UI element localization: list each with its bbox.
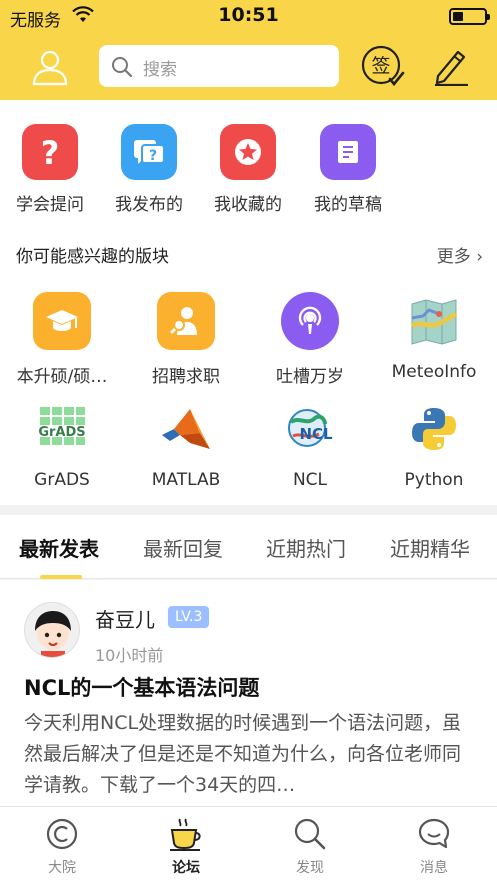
star-icon [220, 124, 276, 180]
tab-recent-featured[interactable]: 近期精华 [390, 533, 470, 562]
post-excerpt: 今天利用NCL处理数据的时候遇到一个语法问题，虽然最后解决了但是还是不知道为什么… [24, 712, 462, 796]
quick-action-ask[interactable]: ? 学会提问 [0, 124, 100, 215]
more-link[interactable]: 更多 › [437, 242, 483, 267]
nav-item-discover[interactable]: 发现 [248, 817, 372, 877]
tab-latest-posts[interactable]: 最新发表 [19, 533, 99, 562]
forum-label: MeteoInfo [391, 362, 477, 382]
quick-action-drafts[interactable]: 我的草稿 [298, 124, 398, 215]
avatar[interactable] [24, 602, 80, 658]
forum-item[interactable]: MeteoInfo [372, 292, 496, 382]
sign-in-button[interactable]: 签 [360, 44, 406, 90]
nav-label: 论坛 [172, 860, 200, 876]
forum-label: NCL [292, 470, 328, 490]
podcast-icon [281, 292, 339, 350]
map-icon [405, 292, 463, 350]
post-card[interactable]: 奋豆儿 LV.3 10小时前 NCL的一个基本语法问题 今天利用NCL处理数据的… [0, 580, 497, 806]
tab-recent-hot[interactable]: 近期热门 [266, 533, 346, 562]
level-badge: LV.3 [168, 606, 210, 628]
active-tab-indicator [40, 575, 82, 579]
bottom-nav: 大院 论坛 发现 消息 [0, 806, 497, 883]
sign-glyph: 签 [371, 55, 390, 77]
forum-item[interactable]: MATLAB [124, 400, 248, 490]
status-bar: 无服务 10:51 [0, 0, 497, 34]
draft-icon [320, 124, 376, 180]
quick-action-favorites[interactable]: 我收藏的 [198, 124, 298, 215]
section-title: 你可能感兴趣的版块 [16, 247, 169, 267]
nav-label: 发现 [296, 860, 324, 876]
matlab-logo [157, 400, 215, 458]
post-title[interactable]: NCL的一个基本语法问题 [24, 672, 259, 702]
quick-action-label: 我收藏的 [214, 195, 282, 215]
clock: 10:51 [218, 4, 279, 26]
forum-item[interactable]: 吐槽万岁 [248, 292, 372, 387]
quick-action-label: 我发布的 [115, 195, 183, 215]
tab-latest-replies[interactable]: 最新回复 [143, 533, 223, 562]
coffee-cup-icon [170, 818, 201, 851]
job-search-icon [157, 292, 215, 350]
quick-action-label: 我的草稿 [314, 195, 382, 215]
svg-text:?: ? [149, 148, 157, 164]
svg-text:GrADS: GrADS [38, 425, 85, 440]
nav-item-dayuan[interactable]: 大院 [0, 817, 124, 877]
forum-item[interactable]: GrADS GrADS [0, 400, 124, 490]
more-label: 更多 [436, 247, 471, 267]
forum-label: MATLAB [151, 470, 221, 490]
compose-icon[interactable] [432, 46, 470, 86]
chat-bubble-icon [418, 818, 450, 849]
circle-c-icon [46, 818, 78, 850]
svg-text:?: ? [41, 135, 60, 169]
search-placeholder: 搜索 [143, 60, 177, 80]
grads-logo: GrADS [33, 400, 91, 458]
forum-label: GrADS [34, 470, 90, 490]
forum-label: 招聘求职 [152, 367, 220, 387]
post-author[interactable]: 奋豆儿 [95, 604, 155, 633]
search-box[interactable]: 搜索 [99, 45, 339, 87]
battery-icon [449, 8, 490, 25]
forum-label: 本升硕/硕… [16, 367, 108, 387]
forum-label: 吐槽万岁 [276, 367, 344, 387]
top-bar: 无服务 10:51 搜索 签 [0, 0, 497, 100]
chat-question-icon: ? [121, 124, 177, 180]
user-profile-icon[interactable] [30, 48, 70, 86]
nav-item-forum[interactable]: 论坛 [124, 817, 248, 877]
quick-action-my-posts[interactable]: ? 我发布的 [99, 124, 199, 215]
forum-label: Python [404, 470, 464, 490]
forum-item[interactable]: NCL NCL [248, 400, 372, 490]
chevron-right-icon: › [476, 247, 483, 267]
svg-text:NCL: NCL [299, 425, 333, 443]
search-icon [294, 818, 326, 850]
graduation-cap-icon [33, 292, 91, 350]
forum-item[interactable]: 招聘求职 [124, 292, 248, 387]
feed-tabs: 最新发表 最新回复 近期热门 近期精华 [0, 515, 497, 579]
python-logo [405, 400, 463, 458]
forum-item[interactable]: Python [372, 400, 496, 490]
search-icon [112, 57, 133, 78]
nav-item-messages[interactable]: 消息 [372, 817, 496, 877]
forum-item[interactable]: 本升硕/硕… [0, 292, 124, 387]
nav-label: 大院 [48, 860, 76, 876]
ncl-logo: NCL [281, 400, 339, 458]
post-time: 10小时前 [95, 646, 164, 665]
nav-label: 消息 [420, 860, 448, 876]
question-icon: ? [22, 124, 78, 180]
home-panel: ? 学会提问 ? 我发布的 我收藏的 我的草稿 你可能感兴趣的版块 更多 › 本… [0, 100, 497, 505]
quick-action-label: 学会提问 [16, 195, 84, 215]
